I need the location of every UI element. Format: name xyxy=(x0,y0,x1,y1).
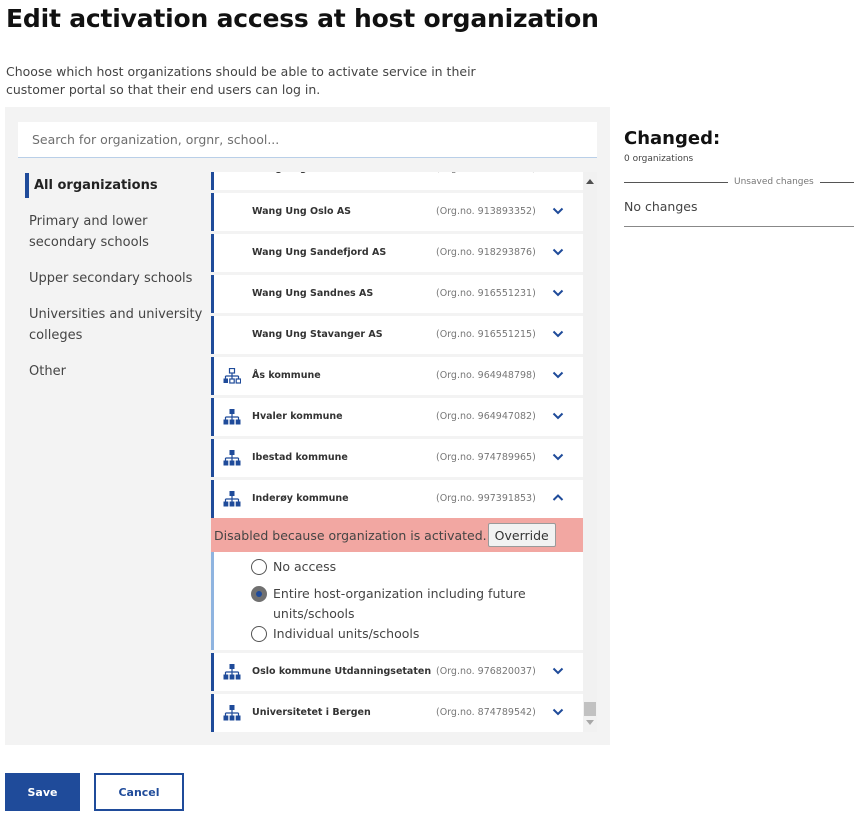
hierarchy-icon xyxy=(223,705,241,721)
no-changes-text: No changes xyxy=(624,199,698,214)
organization-name: Wang Ung Oslo AS xyxy=(252,206,352,217)
radio-no-access[interactable] xyxy=(251,559,267,575)
organization-panel: All organizations Primary and lower seco… xyxy=(5,107,610,745)
organization-row[interactable]: Universitetet i Bergen (Org.no. 87478954… xyxy=(211,694,583,732)
category-nav: All organizations Primary and lower seco… xyxy=(25,173,205,395)
organization-name: Ås kommune xyxy=(252,370,321,381)
organization-row[interactable]: Ibestad kommune (Org.no. 974789965) xyxy=(211,439,583,477)
organization-name: Wang Ung Follo AS xyxy=(252,172,353,188)
divider-line xyxy=(624,226,854,227)
organization-row[interactable]: Hvaler kommune (Org.no. 964947082) xyxy=(211,398,583,436)
category-primary-lower-secondary[interactable]: Primary and lower secondary schools xyxy=(25,209,205,255)
changed-summary: Changed: 0 organizations Unsaved changes… xyxy=(624,128,854,227)
scroll-down-arrow-icon[interactable] xyxy=(586,720,594,725)
organization-number: (Org.no. 913893352) xyxy=(436,206,536,217)
chevron-down-icon[interactable] xyxy=(552,206,564,216)
organization-number: (Org.no. 997391853) xyxy=(436,493,536,504)
chevron-down-icon[interactable] xyxy=(552,247,564,257)
organization-number: (Org.no. 916551215) xyxy=(436,329,536,340)
disabled-warning: Disabled because organization is activat… xyxy=(211,518,583,552)
organization-row[interactable]: Wang Ung Stavanger AS (Org.no. 916551215… xyxy=(211,316,583,354)
organization-number: (Org.no. 916551231) xyxy=(436,288,536,299)
organization-number: (Org.no. 918293876) xyxy=(436,247,536,258)
option-label: Entire host-organization including futur… xyxy=(273,586,526,601)
option-individual-units[interactable]: Individual units/schools xyxy=(214,624,583,644)
unsaved-changes-divider: Unsaved changes xyxy=(624,176,854,188)
hierarchy-icon xyxy=(223,664,241,680)
hierarchy-icon xyxy=(223,491,241,507)
chevron-down-icon[interactable] xyxy=(552,707,564,717)
chevron-down-icon[interactable] xyxy=(552,288,564,298)
radio-individual-units[interactable] xyxy=(251,626,267,642)
hierarchy-icon xyxy=(223,409,241,425)
warning-text: Disabled because organization is activat… xyxy=(214,527,487,543)
organization-row[interactable]: Wang Ung Sandnes AS (Org.no. 916551231) xyxy=(211,275,583,313)
page-intro: Choose which host organizations should b… xyxy=(6,64,476,97)
override-button[interactable]: Override xyxy=(487,523,556,547)
search-field[interactable] xyxy=(18,122,597,158)
organization-list: Wang Ung Follo AS (Org.no. 916475114) Wa… xyxy=(211,172,583,732)
access-options-panel: Disabled because organization is activat… xyxy=(211,518,583,650)
organization-name: Oslo kommune Utdanningsetaten xyxy=(252,666,432,677)
organization-name: Universitetet i Bergen xyxy=(252,707,371,718)
chevron-down-icon[interactable] xyxy=(552,452,564,462)
option-entire-host-organization[interactable]: Entire host-organization including futur… xyxy=(214,584,583,624)
chevron-down-icon[interactable] xyxy=(552,370,564,380)
cancel-button[interactable]: Cancel xyxy=(94,773,184,811)
organization-number: (Org.no. 964948798) xyxy=(436,370,536,381)
organization-number: (Org.no. 964947082) xyxy=(436,411,536,422)
organization-row[interactable]: Oslo kommune Utdanningsetaten (Org.no. 9… xyxy=(211,653,583,691)
option-label-continued: units/schools xyxy=(273,606,355,621)
option-label: Individual units/schools xyxy=(273,626,420,641)
radio-entire-host-organization[interactable] xyxy=(251,586,267,602)
organization-number: (Org.no. 974789965) xyxy=(436,452,536,463)
category-upper-secondary[interactable]: Upper secondary schools xyxy=(25,266,205,291)
search-input[interactable] xyxy=(18,122,597,157)
chevron-down-icon[interactable] xyxy=(552,329,564,339)
organization-name: Ibestad kommune xyxy=(252,452,348,463)
divider-label: Unsaved changes xyxy=(728,176,820,188)
category-universities[interactable]: Universities and university colleges xyxy=(25,302,205,348)
organization-name: Wang Ung Stavanger AS xyxy=(252,329,383,340)
organization-number: (Org.no. 976820037) xyxy=(436,666,536,677)
changed-title: Changed: xyxy=(624,128,721,149)
category-all-organizations[interactable]: All organizations xyxy=(25,173,205,198)
page-title: Edit activation access at host organizat… xyxy=(6,4,599,33)
changed-count: 0 organizations xyxy=(624,154,694,164)
save-button[interactable]: Save xyxy=(5,773,80,811)
scroll-up-arrow-icon[interactable] xyxy=(586,179,594,184)
option-label: No access xyxy=(273,559,337,574)
hierarchy-outline-icon xyxy=(223,368,241,384)
scrollbar-thumb[interactable] xyxy=(584,702,596,716)
category-other[interactable]: Other xyxy=(25,359,205,384)
hierarchy-icon xyxy=(223,450,241,466)
organization-row[interactable]: Ås kommune (Org.no. 964948798) xyxy=(211,357,583,395)
organization-row[interactable]: Wang Ung Oslo AS (Org.no. 913893352) xyxy=(211,193,583,231)
option-no-access[interactable]: No access xyxy=(214,557,583,577)
organization-name: Wang Ung Sandnes AS xyxy=(252,288,374,299)
organization-name: Wang Ung Sandefjord AS xyxy=(252,247,387,258)
organization-number: (Org.no. 874789542) xyxy=(436,707,536,718)
chevron-down-icon[interactable] xyxy=(552,411,564,421)
list-scrollbar[interactable] xyxy=(583,172,597,732)
chevron-down-icon[interactable] xyxy=(552,666,564,676)
chevron-up-icon[interactable] xyxy=(552,493,564,503)
organization-name: Inderøy kommune xyxy=(252,493,349,504)
organization-row-expanded[interactable]: Inderøy kommune (Org.no. 997391853) xyxy=(211,480,583,518)
organization-number: (Org.no. 916475114) xyxy=(436,172,536,188)
organization-row[interactable]: Wang Ung Sandefjord AS (Org.no. 91829387… xyxy=(211,234,583,272)
organization-name: Hvaler kommune xyxy=(252,411,343,422)
organization-row[interactable]: Wang Ung Follo AS (Org.no. 916475114) xyxy=(211,172,583,190)
